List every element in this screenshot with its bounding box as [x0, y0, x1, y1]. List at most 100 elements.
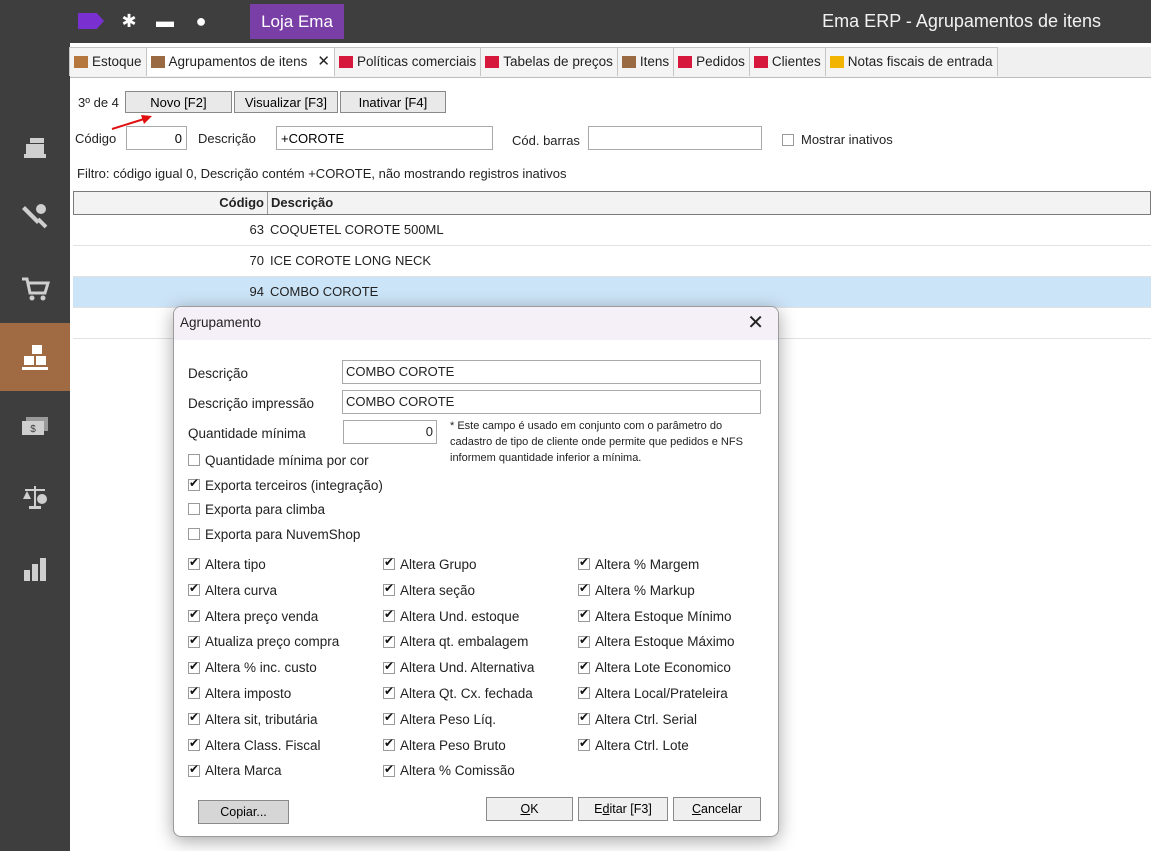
min-qty-input[interactable]: 0: [343, 420, 437, 444]
barcode-input[interactable]: [588, 126, 762, 150]
column-header-code[interactable]: Código: [74, 192, 268, 214]
col1-checkbox-6[interactable]: Altera sit, tributária: [188, 710, 318, 727]
col2-checkbox-3[interactable]: Altera qt. embalagem: [383, 633, 528, 649]
table-row[interactable]: 70 ICE COROTE LONG NECK: [73, 246, 1151, 277]
checkbox-box[interactable]: [383, 762, 395, 777]
table-row-selected[interactable]: 94 COMBO COROTE: [73, 277, 1151, 308]
col3-checkbox-3[interactable]: Altera Estoque Máximo: [578, 633, 735, 649]
option-checkbox-1[interactable]: Exporta terceiros (integração): [188, 476, 383, 493]
tab-0[interactable]: Estoque: [69, 47, 147, 76]
store-button[interactable]: Loja Ema: [250, 4, 344, 39]
user-icon[interactable]: ●: [190, 9, 212, 33]
description-input[interactable]: [276, 126, 493, 150]
checkbox-box[interactable]: [383, 633, 395, 648]
col2-checkbox-7[interactable]: Altera Peso Bruto: [383, 736, 506, 753]
deactivate-button[interactable]: Inativar [F4]: [339, 91, 446, 113]
col2-checkbox-4[interactable]: Altera Und. Alternativa: [383, 659, 534, 675]
col3-checkbox-2[interactable]: Altera Estoque Mínimo: [578, 607, 732, 624]
checkbox-box[interactable]: [578, 633, 590, 648]
sidebar-item-stock[interactable]: [0, 323, 70, 391]
checkbox-box[interactable]: [383, 581, 395, 597]
checkbox-box[interactable]: [188, 555, 200, 571]
col1-checkbox-3[interactable]: Atualiza preço compra: [188, 633, 339, 649]
tab-1[interactable]: Agrupamentos de itens ✕: [145, 47, 335, 76]
option-checkbox-2[interactable]: Exporta para climba: [188, 502, 325, 517]
checkbox-box[interactable]: [383, 684, 395, 700]
tab-5[interactable]: Pedidos: [673, 47, 750, 76]
checkbox-box[interactable]: [188, 633, 200, 648]
checkbox-box[interactable]: [188, 503, 200, 516]
checkbox-box[interactable]: [188, 659, 200, 674]
ok-button[interactable]: OK: [486, 797, 573, 821]
checkbox-box[interactable]: [188, 454, 200, 467]
sidebar-item-reports[interactable]: [0, 535, 70, 603]
col3-checkbox-5[interactable]: Altera Local/Prateleira: [578, 684, 728, 701]
close-tab-icon[interactable]: ✕: [317, 48, 330, 76]
copy-button[interactable]: Copiar...: [198, 800, 289, 824]
close-icon[interactable]: ✕: [747, 311, 764, 335]
checkbox-box[interactable]: [383, 659, 395, 674]
checkbox-box[interactable]: [578, 684, 590, 700]
checkbox-box[interactable]: [188, 684, 200, 700]
view-button[interactable]: Visualizar [F3]: [233, 91, 338, 113]
checkbox-box[interactable]: [578, 555, 590, 571]
option-checkbox-0[interactable]: Quantidade mínima por cor: [188, 453, 369, 468]
checkbox-box[interactable]: [188, 527, 200, 540]
print-description-input[interactable]: COMBO COROTE: [342, 390, 761, 414]
checkbox-box[interactable]: [188, 476, 200, 491]
column-header-description[interactable]: Descrição: [268, 192, 333, 214]
col1-checkbox-5[interactable]: Altera imposto: [188, 684, 291, 701]
sidebar-item-cash-register[interactable]: [0, 113, 70, 181]
tab-2[interactable]: Políticas comerciais: [333, 47, 482, 76]
checkbox-box[interactable]: [188, 736, 200, 752]
tab-6[interactable]: Clientes: [748, 47, 826, 76]
checkbox-box[interactable]: [578, 710, 590, 726]
col2-checkbox-8[interactable]: Altera % Comissão: [383, 762, 515, 778]
table-row[interactable]: 63 COQUETEL COROTE 500ML: [73, 215, 1151, 246]
checkbox-box[interactable]: [578, 659, 590, 674]
checkbox-box[interactable]: [383, 607, 395, 623]
tag-icon[interactable]: [78, 13, 104, 29]
checkbox-box[interactable]: [188, 607, 200, 623]
col3-checkbox-0[interactable]: Altera % Margem: [578, 555, 699, 572]
edit-button[interactable]: Editar [F3]: [578, 797, 668, 821]
checkbox-box[interactable]: [578, 736, 590, 752]
option-checkbox-3[interactable]: Exporta para NuvemShop: [188, 527, 360, 542]
chat-icon[interactable]: ▬: [154, 9, 176, 33]
cancel-button[interactable]: Cancelar: [673, 797, 761, 821]
col1-checkbox-0[interactable]: Altera tipo: [188, 555, 266, 572]
col2-checkbox-6[interactable]: Altera Peso Líq.: [383, 710, 496, 727]
col3-checkbox-4[interactable]: Altera Lote Economico: [578, 659, 731, 675]
col3-checkbox-6[interactable]: Altera Ctrl. Serial: [578, 710, 697, 727]
gear-icon[interactable]: ✱: [118, 9, 140, 33]
checkbox-box[interactable]: [383, 555, 395, 571]
col1-checkbox-2[interactable]: Altera preço venda: [188, 607, 318, 624]
checkbox-box[interactable]: [578, 581, 590, 597]
col2-checkbox-5[interactable]: Altera Qt. Cx. fechada: [383, 684, 533, 701]
col3-checkbox-1[interactable]: Altera % Markup: [578, 581, 695, 598]
sidebar-item-cart[interactable]: [0, 255, 70, 323]
checkbox-box[interactable]: [188, 710, 200, 726]
show-inactive-checkbox[interactable]: [782, 131, 794, 146]
checkbox-box[interactable]: [782, 133, 794, 146]
col1-checkbox-7[interactable]: Altera Class. Fiscal: [188, 736, 321, 753]
sidebar-item-tools[interactable]: [0, 181, 70, 249]
checkbox-box[interactable]: [383, 736, 395, 752]
col1-checkbox-8[interactable]: Altera Marca: [188, 762, 282, 778]
col2-checkbox-1[interactable]: Altera seção: [383, 581, 475, 598]
checkbox-box[interactable]: [578, 607, 590, 623]
col2-checkbox-0[interactable]: Altera Grupo: [383, 555, 477, 572]
code-input[interactable]: [126, 126, 187, 150]
dialog-description-input[interactable]: COMBO COROTE: [342, 360, 761, 384]
tab-3[interactable]: Tabelas de preços: [480, 47, 618, 76]
col1-checkbox-1[interactable]: Altera curva: [188, 581, 277, 598]
col2-checkbox-2[interactable]: Altera Und. estoque: [383, 607, 519, 624]
col1-checkbox-4[interactable]: Altera % inc. custo: [188, 659, 317, 675]
col3-checkbox-7[interactable]: Altera Ctrl. Lote: [578, 736, 689, 753]
sidebar-item-tax[interactable]: [0, 463, 70, 531]
tab-7[interactable]: Notas fiscais de entrada: [824, 47, 998, 76]
checkbox-box[interactable]: [383, 710, 395, 726]
checkbox-box[interactable]: [188, 581, 200, 597]
tab-4[interactable]: Itens: [616, 47, 675, 76]
checkbox-box[interactable]: [188, 762, 200, 777]
